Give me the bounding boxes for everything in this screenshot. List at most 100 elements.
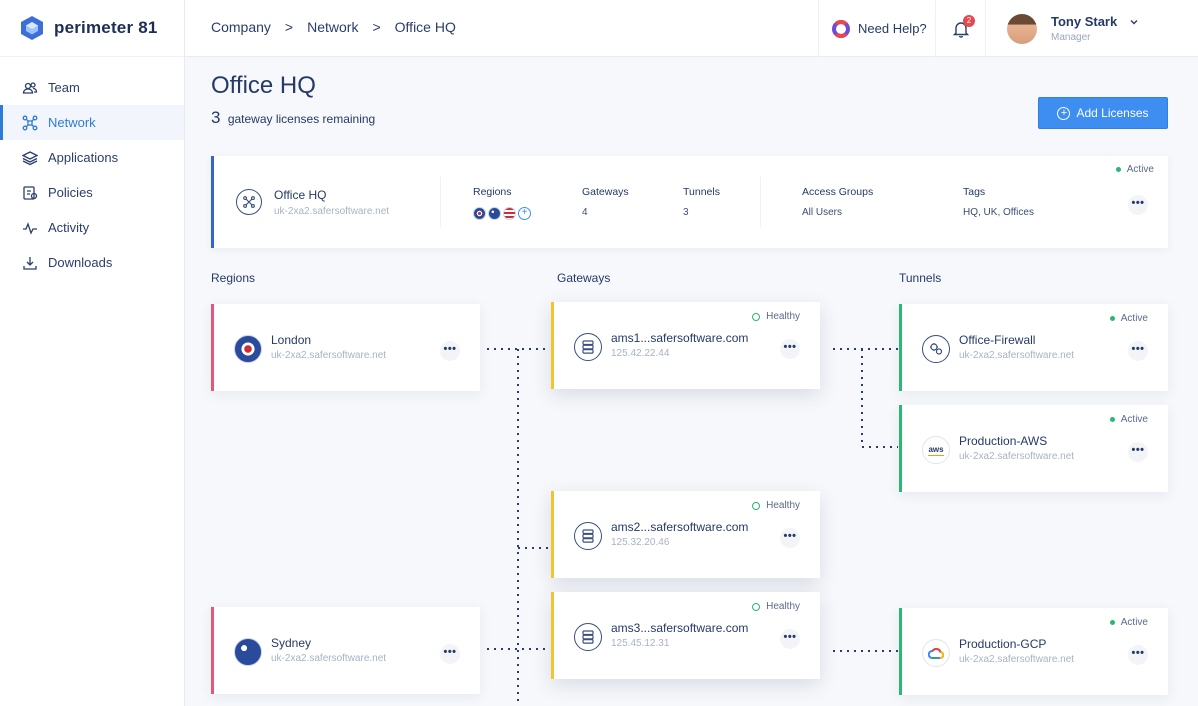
status-dot xyxy=(1115,167,1121,172)
uk-flag-icon xyxy=(234,335,262,363)
region-name: London xyxy=(271,333,312,347)
sidebar: perimeter 81 Team Network Applications P… xyxy=(0,0,185,706)
more-options-button[interactable]: ••• xyxy=(1128,645,1148,665)
gateway-ip: 125.45.12.31 xyxy=(611,638,670,649)
check-circle-icon xyxy=(752,312,761,321)
tags-header: Tags xyxy=(963,186,986,198)
applications-icon xyxy=(22,150,38,166)
server-icon xyxy=(574,522,602,550)
chevron-down-icon xyxy=(1130,19,1138,24)
tunnel-name: Production-GCP xyxy=(959,637,1047,651)
notification-badge: 2 xyxy=(963,15,975,27)
sidebar-item-label: Downloads xyxy=(48,255,113,270)
region-card-london[interactable]: London uk-2xa2.safersoftware.net ••• xyxy=(211,304,480,391)
server-icon xyxy=(574,623,602,651)
more-options-button[interactable]: ••• xyxy=(1128,341,1148,361)
tunnel-card-production-aws[interactable]: aws Production-AWS uk-2xa2.safersoftware… xyxy=(899,405,1168,492)
sidebar-item-label: Network xyxy=(48,115,96,130)
network-host: uk-2xa2.safersoftware.net xyxy=(274,206,390,217)
licenses-remaining: 3 gateway licenses remaining xyxy=(211,108,375,128)
notifications-button[interactable]: 2 xyxy=(935,0,986,57)
region-host: uk-2xa2.safersoftware.net xyxy=(271,350,387,361)
breadcrumb-office-hq: Office HQ xyxy=(394,19,456,35)
add-region-icon[interactable]: + xyxy=(518,207,531,220)
perimeter81-logo-icon xyxy=(21,16,43,40)
status-dot xyxy=(1109,417,1115,422)
tags-value: HQ, UK, Offices xyxy=(963,207,1034,218)
status-badge: Active xyxy=(1115,164,1154,175)
sidebar-nav: Team Network Applications Policies Activ… xyxy=(0,70,184,280)
sidebar-item-activity[interactable]: Activity xyxy=(0,210,184,245)
status-badge: Active xyxy=(1109,414,1148,425)
sidebar-item-applications[interactable]: Applications xyxy=(0,140,184,175)
tunnels-header: Tunnels xyxy=(683,186,720,198)
sidebar-item-network[interactable]: Network xyxy=(0,105,184,140)
network-icon xyxy=(236,189,262,215)
help-lifebuoy-icon xyxy=(832,19,850,38)
uk-flag-icon xyxy=(473,207,486,220)
more-options-button[interactable]: ••• xyxy=(780,629,800,649)
more-options-button[interactable]: ••• xyxy=(1128,442,1148,462)
user-name: Tony Stark xyxy=(1051,14,1118,29)
sidebar-item-policies[interactable]: Policies xyxy=(0,175,184,210)
page-title: Office HQ xyxy=(211,72,316,99)
tunnel-card-production-gcp[interactable]: Production-GCP uk-2xa2.safersoftware.net… xyxy=(899,608,1168,695)
more-options-button[interactable]: ••• xyxy=(440,644,460,664)
more-options-button[interactable]: ••• xyxy=(1128,195,1148,215)
more-options-button[interactable]: ••• xyxy=(440,341,460,361)
sidebar-item-downloads[interactable]: Downloads xyxy=(0,245,184,280)
tunnel-host: uk-2xa2.safersoftware.net xyxy=(959,350,1075,361)
logo-text: perimeter 81 xyxy=(54,18,158,37)
health-badge: Healthy xyxy=(752,500,800,511)
need-help-button[interactable]: Need Help? xyxy=(818,0,935,57)
region-flags: + xyxy=(473,207,531,220)
gateway-card-ams1[interactable]: ams1...safersoftware.com 125.42.22.44 He… xyxy=(551,302,820,389)
tunnel-card-office-firewall[interactable]: Office-Firewall uk-2xa2.safersoftware.ne… xyxy=(899,304,1168,391)
licenses-count: 3 xyxy=(211,108,221,127)
firewall-icon xyxy=(922,335,950,363)
breadcrumb: Company > Network > Office HQ xyxy=(211,19,456,35)
health-badge: Healthy xyxy=(752,311,800,322)
australia-flag-icon xyxy=(488,207,501,220)
need-help-label: Need Help? xyxy=(858,21,927,36)
licenses-text: gateway licenses remaining xyxy=(227,112,376,126)
regions-header: Regions xyxy=(473,186,512,198)
status-label: Active xyxy=(1120,313,1148,324)
status-label: Active xyxy=(1126,164,1154,175)
user-menu[interactable]: Tony Stark Manager xyxy=(1007,0,1139,57)
status-dot xyxy=(1109,316,1115,321)
gateways-section-title: Gateways xyxy=(557,271,611,285)
status-label: Active xyxy=(1120,617,1148,628)
add-licenses-button[interactable]: + Add Licenses xyxy=(1038,97,1168,129)
access-groups-header: Access Groups xyxy=(802,186,874,198)
sidebar-item-label: Activity xyxy=(48,220,90,235)
download-icon xyxy=(22,255,38,271)
network-name: Office HQ xyxy=(274,188,327,202)
gateway-card-ams2[interactable]: ams2...safersoftware.com 125.32.20.46 He… xyxy=(551,491,820,578)
gateway-card-ams3[interactable]: ams3...safersoftware.com 125.45.12.31 He… xyxy=(551,592,820,679)
gateways-count: 4 xyxy=(582,207,588,218)
avatar xyxy=(1007,13,1037,44)
region-card-sydney[interactable]: Sydney uk-2xa2.safersoftware.net ••• xyxy=(211,607,480,694)
activity-icon xyxy=(22,220,38,236)
policies-icon xyxy=(22,185,38,201)
sidebar-item-label: Applications xyxy=(48,150,119,165)
breadcrumb-network[interactable]: Network xyxy=(307,19,358,35)
australia-flag-icon xyxy=(234,638,262,666)
breadcrumb-company[interactable]: Company xyxy=(211,19,271,35)
more-options-button[interactable]: ••• xyxy=(780,528,800,548)
health-badge: Healthy xyxy=(752,601,800,612)
region-name: Sydney xyxy=(271,636,312,650)
access-groups-value: All Users xyxy=(802,207,843,218)
logo[interactable]: perimeter 81 xyxy=(0,0,184,57)
sidebar-item-team[interactable]: Team xyxy=(0,70,184,105)
gateway-name: ams1...safersoftware.com xyxy=(611,331,749,345)
divider xyxy=(760,177,761,227)
add-licenses-label: Add Licenses xyxy=(1076,106,1149,120)
tunnels-section-title: Tunnels xyxy=(899,271,942,285)
health-label: Healthy xyxy=(766,311,800,322)
aws-logo-icon: aws xyxy=(922,436,950,464)
tunnel-host: uk-2xa2.safersoftware.net xyxy=(959,654,1075,665)
aws-logo-text: aws xyxy=(928,444,944,456)
more-options-button[interactable]: ••• xyxy=(780,339,800,359)
